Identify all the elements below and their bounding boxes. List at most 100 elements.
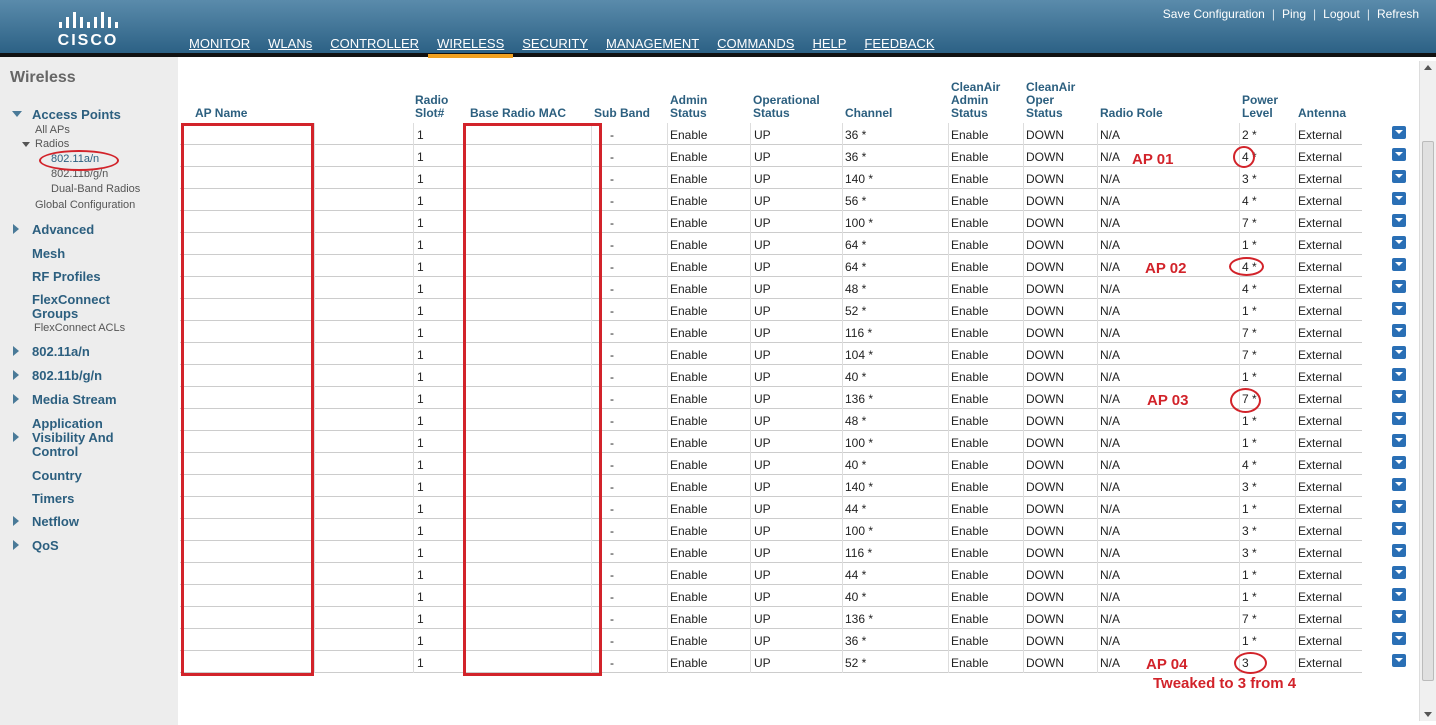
nav-monitor[interactable]: MONITOR <box>180 34 259 58</box>
column-divider <box>1097 497 1098 519</box>
sidebar-item-avc-line2[interactable]: Visibility And <box>32 430 114 445</box>
vertical-scrollbar[interactable] <box>1419 61 1436 721</box>
row-dropdown-icon[interactable] <box>1392 170 1406 183</box>
row-dropdown-icon[interactable] <box>1392 126 1406 139</box>
row-dropdown-icon[interactable] <box>1392 500 1406 513</box>
sidebar-item-advanced[interactable]: Advanced <box>32 222 94 237</box>
sidebar-item-all-aps[interactable]: All APs <box>35 124 70 136</box>
refresh-link[interactable]: Refresh <box>1370 7 1426 21</box>
sidebar-item-country[interactable]: Country <box>32 468 82 483</box>
row-dropdown-icon[interactable] <box>1392 390 1406 403</box>
cell-antenna: External <box>1298 326 1343 340</box>
cell-ca-admin: Enable <box>951 502 989 516</box>
cell-sub: - <box>610 194 614 208</box>
expand-right-icon[interactable] <box>13 394 19 404</box>
sidebar-item-avc[interactable]: Application <box>32 416 103 431</box>
expand-right-icon[interactable] <box>13 540 19 550</box>
row-dropdown-icon[interactable] <box>1392 302 1406 315</box>
row-dropdown-icon[interactable] <box>1392 214 1406 227</box>
sidebar-item-radios[interactable]: Radios <box>35 138 69 150</box>
cell-role: N/A <box>1100 546 1121 560</box>
sidebar-item-mesh[interactable]: Mesh <box>32 246 65 261</box>
column-divider <box>842 321 843 343</box>
column-divider <box>1097 211 1098 233</box>
row-dropdown-icon[interactable] <box>1392 588 1406 601</box>
nav-commands[interactable]: COMMANDS <box>708 34 803 58</box>
expand-right-icon[interactable] <box>13 516 19 526</box>
nav-wireless[interactable]: WIRELESS <box>428 34 514 58</box>
sidebar-item-80211an[interactable]: 802.11a/n <box>32 344 90 359</box>
column-divider <box>948 123 949 145</box>
scroll-up-icon[interactable] <box>1424 65 1432 70</box>
column-divider <box>667 189 668 211</box>
sidebar-item-global-configuration[interactable]: Global Configuration <box>35 199 135 211</box>
row-dropdown-icon[interactable] <box>1392 566 1406 579</box>
nav-wlans[interactable]: WLANs <box>259 34 321 58</box>
cell-antenna: External <box>1298 634 1343 648</box>
sidebar-item-dual-band-radios[interactable]: Dual-Band Radios <box>51 183 140 195</box>
nav-security[interactable]: SECURITY <box>513 34 597 58</box>
sidebar-item-80211bgn[interactable]: 802.11b/g/n <box>32 368 102 383</box>
sidebar-item-access-points[interactable]: Access Points <box>32 107 121 122</box>
cell-oper: UP <box>754 304 771 318</box>
cisco-logo-text: CISCO <box>57 32 119 49</box>
scroll-down-icon[interactable] <box>1424 712 1432 717</box>
row-dropdown-icon[interactable] <box>1392 610 1406 623</box>
cell-role: N/A <box>1100 150 1121 164</box>
sidebar-item-flexconnect-groups-line2[interactable]: Groups <box>32 306 78 321</box>
row-dropdown-icon[interactable] <box>1392 654 1406 667</box>
row-dropdown-icon[interactable] <box>1392 258 1406 271</box>
expand-right-icon[interactable] <box>13 224 19 234</box>
scrollbar-thumb[interactable] <box>1422 141 1434 681</box>
cell-slot: 1 <box>417 436 424 450</box>
column-divider <box>1023 343 1024 365</box>
row-dropdown-icon[interactable] <box>1392 632 1406 645</box>
nav-feedback[interactable]: FEEDBACK <box>855 34 943 58</box>
sidebar-item-rf-profiles[interactable]: RF Profiles <box>32 269 101 284</box>
nav-controller[interactable]: CONTROLLER <box>321 34 428 58</box>
column-divider <box>1023 409 1024 431</box>
expand-down-icon[interactable] <box>22 142 30 147</box>
cell-admin: Enable <box>670 128 708 142</box>
cell-antenna: External <box>1298 524 1343 538</box>
column-divider <box>1023 321 1024 343</box>
row-dropdown-icon[interactable] <box>1392 434 1406 447</box>
expand-right-icon[interactable] <box>13 346 19 356</box>
row-dropdown-icon[interactable] <box>1392 148 1406 161</box>
sidebar-item-netflow[interactable]: Netflow <box>32 514 79 529</box>
expand-down-icon[interactable] <box>12 111 22 117</box>
logout-link[interactable]: Logout <box>1316 7 1367 21</box>
expand-right-icon[interactable] <box>13 370 19 380</box>
cell-admin: Enable <box>670 524 708 538</box>
row-dropdown-icon[interactable] <box>1392 522 1406 535</box>
nav-help[interactable]: HELP <box>803 34 855 58</box>
sidebar-item-qos[interactable]: QoS <box>32 538 59 553</box>
cell-ca-oper: DOWN <box>1026 216 1064 230</box>
column-divider <box>750 585 751 607</box>
save-configuration-link[interactable]: Save Configuration <box>1156 7 1272 21</box>
row-dropdown-icon[interactable] <box>1392 324 1406 337</box>
row-dropdown-icon[interactable] <box>1392 478 1406 491</box>
row-dropdown-icon[interactable] <box>1392 544 1406 557</box>
column-divider <box>842 475 843 497</box>
sidebar-item-flexconnect-groups[interactable]: FlexConnect <box>32 292 110 307</box>
row-dropdown-icon[interactable] <box>1392 368 1406 381</box>
row-dropdown-icon[interactable] <box>1392 236 1406 249</box>
row-dropdown-icon[interactable] <box>1392 192 1406 205</box>
row-dropdown-icon[interactable] <box>1392 346 1406 359</box>
table-row: 1 - Enable UP 40 * Enable DOWN N/A 1 * External <box>180 585 1406 607</box>
expand-right-icon[interactable] <box>13 432 19 442</box>
row-dropdown-icon[interactable] <box>1392 412 1406 425</box>
sidebar-item-media-stream[interactable]: Media Stream <box>32 392 117 407</box>
cell-ca-admin: Enable <box>951 612 989 626</box>
column-divider <box>1295 277 1296 299</box>
column-divider <box>667 387 668 409</box>
sidebar-item-timers[interactable]: Timers <box>32 491 74 506</box>
ping-link[interactable]: Ping <box>1275 7 1313 21</box>
row-dropdown-icon[interactable] <box>1392 456 1406 469</box>
sidebar-item-flexconnect-acls[interactable]: FlexConnect ACLs <box>34 322 125 334</box>
sidebar-item-avc-line3[interactable]: Control <box>32 444 78 459</box>
nav-management[interactable]: MANAGEMENT <box>597 34 708 58</box>
column-divider <box>314 519 315 541</box>
row-dropdown-icon[interactable] <box>1392 280 1406 293</box>
